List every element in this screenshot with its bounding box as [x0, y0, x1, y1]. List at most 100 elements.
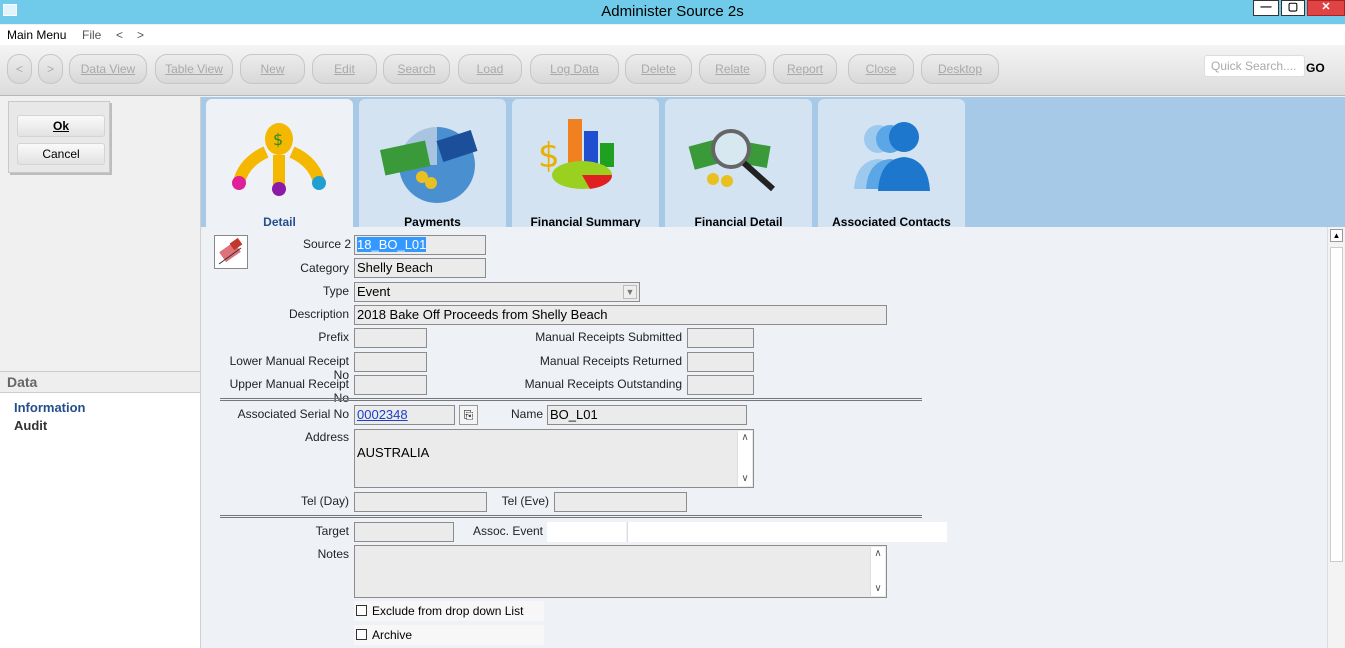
lookup-icon[interactable]: ⎘ — [459, 405, 478, 425]
assoc-event-label: Assoc. Event — [472, 524, 543, 538]
left-pane: Ok Cancel Data Information Audit — [0, 97, 201, 648]
financial-summary-icon: $ — [538, 119, 614, 189]
menu-file[interactable]: File — [82, 28, 101, 42]
exclude-checkbox[interactable] — [356, 605, 367, 616]
tel-eve-field[interactable] — [554, 492, 687, 512]
new-button[interactable]: New — [240, 54, 305, 84]
assoc-event-name-field[interactable] — [627, 522, 947, 542]
menu-back[interactable]: < — [116, 28, 123, 42]
menu-main[interactable]: Main Menu — [7, 28, 66, 42]
notes-label: Notes — [317, 547, 349, 561]
tab-detail[interactable]: $ Detail — [206, 99, 353, 230]
ok-cancel-box: Ok Cancel — [8, 101, 110, 173]
description-label: Description — [288, 307, 349, 321]
tab-financial-detail[interactable]: Financial Detail — [665, 99, 812, 230]
tel-eve-label: Tel (Eve) — [501, 494, 549, 508]
address-scrollbar[interactable]: ∧ ∨ — [737, 431, 752, 486]
tab-financial-summary[interactable]: $ Financial Summary — [512, 99, 659, 230]
serial-label: Associated Serial No — [237, 407, 349, 421]
prefix-label: Prefix — [318, 330, 349, 344]
upper-receipt-field[interactable] — [354, 375, 427, 395]
scroll-down-icon[interactable]: ∨ — [738, 472, 752, 486]
menu-forward[interactable]: > — [137, 28, 144, 42]
prefix-field[interactable] — [354, 328, 427, 348]
receipts-submitted-field[interactable] — [687, 328, 754, 348]
type-value: Event — [357, 284, 391, 299]
scroll-up-arrow-icon[interactable]: ▲ — [1330, 229, 1343, 242]
receipts-returned-label: Manual Receipts Returned — [539, 354, 682, 368]
svg-text:$: $ — [273, 130, 283, 149]
exclude-checkbox-row[interactable]: Exclude from drop down List — [354, 601, 544, 621]
scroll-down-icon[interactable]: ∨ — [871, 582, 885, 596]
receipts-returned-field[interactable] — [687, 352, 754, 372]
title-bar: Administer Source 2s — ▢ ✕ — [0, 0, 1345, 24]
report-button[interactable]: Report — [773, 54, 837, 84]
category-field[interactable]: Shelly Beach — [354, 258, 486, 278]
receipts-outstanding-label: Manual Receipts Outstanding — [524, 377, 682, 391]
data-view-button[interactable]: Data View — [69, 54, 147, 84]
minimize-button[interactable]: — — [1253, 0, 1279, 16]
description-field[interactable]: 2018 Bake Off Proceeds from Shelly Beach — [354, 305, 887, 325]
log-data-button[interactable]: Log Data — [530, 54, 619, 84]
financial-detail-icon — [688, 129, 776, 192]
associated-contacts-icon — [854, 122, 930, 191]
tab-payments[interactable]: Payments — [359, 99, 506, 230]
archive-checkbox[interactable] — [356, 629, 367, 640]
address-field[interactable]: AUSTRALIA ∧ ∨ — [354, 429, 754, 488]
quick-search-input[interactable]: Quick Search.... — [1204, 55, 1305, 77]
maximize-button[interactable]: ▢ — [1281, 0, 1305, 16]
tel-day-label: Tel (Day) — [300, 494, 349, 508]
chevron-down-icon[interactable]: ▼ — [623, 285, 637, 299]
notes-scrollbar[interactable]: ∧ ∨ — [870, 547, 885, 596]
toolbar: < > Data View Table View New Edit Search… — [0, 45, 1345, 96]
tab-strip: $ Detail Payments $ Financial Summary Fi… — [201, 97, 1345, 230]
source2-value: 18_BO_L01 — [357, 237, 427, 252]
search-button[interactable]: Search — [383, 54, 450, 84]
target-field[interactable] — [354, 522, 454, 542]
delete-button[interactable]: Delete — [625, 54, 692, 84]
load-button[interactable]: Load — [458, 54, 522, 84]
archive-label: Archive — [372, 628, 413, 642]
serial-field[interactable]: 0002348 — [354, 405, 455, 425]
action-panel: Ok Cancel — [0, 97, 200, 371]
exclude-label: Exclude from drop down List — [372, 604, 524, 618]
svg-text:$: $ — [538, 136, 560, 176]
audit-link[interactable]: Audit — [14, 418, 47, 433]
receipts-outstanding-field[interactable] — [687, 375, 754, 395]
receipts-submitted-label: Manual Receipts Submitted — [535, 330, 682, 344]
assoc-event-code-field[interactable] — [547, 522, 626, 542]
relate-button[interactable]: Relate — [699, 54, 766, 84]
type-label: Type — [322, 284, 349, 298]
tel-day-field[interactable] — [354, 492, 487, 512]
detail-icon: $ — [232, 123, 326, 196]
archive-checkbox-row[interactable]: Archive — [354, 625, 544, 645]
go-button[interactable]: GO — [1306, 61, 1325, 75]
information-link[interactable]: Information — [14, 400, 86, 415]
scroll-thumb[interactable] — [1330, 247, 1343, 562]
detail-form: Source 2 18_BO_L01 Category Shelly Beach… — [203, 227, 1327, 648]
window-title: Administer Source 2s — [601, 3, 744, 20]
type-select[interactable]: Event ▼ — [354, 282, 640, 302]
tab-associated-contacts[interactable]: Associated Contacts — [818, 99, 965, 230]
cancel-button[interactable]: Cancel — [17, 143, 105, 165]
table-view-button[interactable]: Table View — [155, 54, 233, 84]
lower-receipt-field[interactable] — [354, 352, 427, 372]
source2-label: Source 2 — [302, 237, 351, 251]
nav-back-button[interactable]: < — [7, 54, 32, 84]
close-window-button[interactable]: ✕ — [1307, 0, 1345, 16]
nav-forward-button[interactable]: > — [38, 54, 63, 84]
scroll-up-icon[interactable]: ∧ — [738, 431, 752, 445]
close-button[interactable]: Close — [848, 54, 914, 84]
menu-bar: Main Menu File < > — [0, 25, 1345, 45]
edit-button[interactable]: Edit — [312, 54, 377, 84]
address-value: AUSTRALIA — [357, 445, 430, 460]
source2-field[interactable]: 18_BO_L01 — [354, 235, 486, 255]
notes-field[interactable]: ∧ ∨ — [354, 545, 887, 598]
category-label: Category — [300, 261, 349, 275]
separator — [220, 398, 922, 401]
form-scrollbar[interactable]: ▲ — [1327, 227, 1345, 648]
name-field[interactable]: BO_L01 — [547, 405, 747, 425]
desktop-button[interactable]: Desktop — [921, 54, 999, 84]
scroll-up-icon[interactable]: ∧ — [871, 547, 885, 561]
ok-button[interactable]: Ok — [17, 115, 105, 137]
